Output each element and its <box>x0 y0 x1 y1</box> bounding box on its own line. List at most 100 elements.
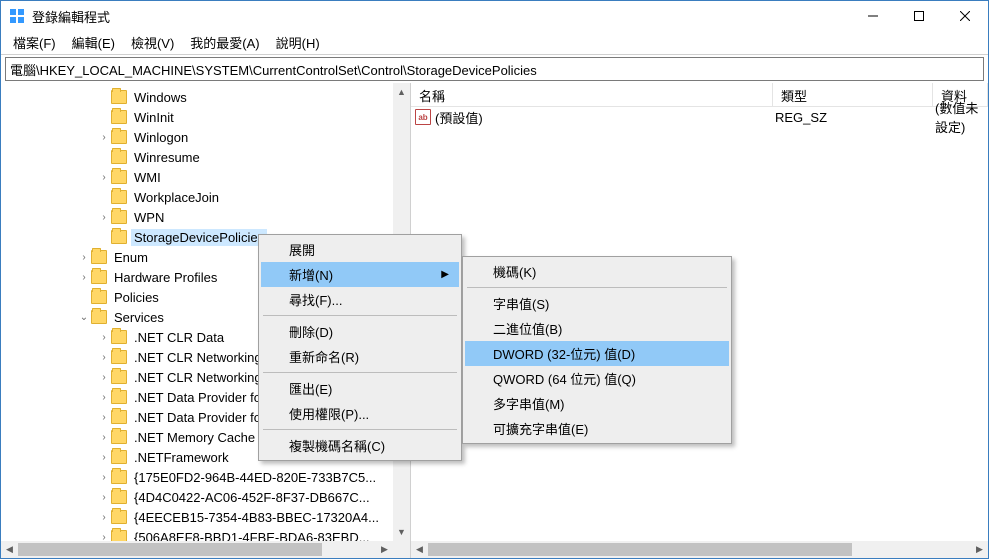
chevron-right-icon[interactable]: › <box>97 452 111 463</box>
scroll-right-icon[interactable]: ▶ <box>376 541 393 558</box>
folder-icon <box>111 370 127 384</box>
scroll-thumb[interactable] <box>428 543 852 556</box>
scroll-down-icon[interactable]: ▼ <box>393 524 410 541</box>
address-bar[interactable]: 電腦\HKEY_LOCAL_MACHINE\SYSTEM\CurrentCont… <box>5 57 984 81</box>
tree-item[interactable]: WorkplaceJoin <box>1 187 410 207</box>
tree-item[interactable]: Winresume <box>1 147 410 167</box>
scroll-corner <box>393 541 410 558</box>
tree-item-label: Policies <box>111 289 162 306</box>
separator <box>263 372 457 373</box>
folder-icon <box>111 330 127 344</box>
ctx-delete[interactable]: 刪除(D) <box>261 319 459 344</box>
tree-item-label: Windows <box>131 89 190 106</box>
separator <box>263 315 457 316</box>
tree-item[interactable]: › Winlogon <box>1 127 410 147</box>
close-button[interactable] <box>942 1 988 31</box>
menubar: 檔案(F) 編輯(E) 檢視(V) 我的最愛(A) 說明(H) <box>1 31 988 55</box>
col-type[interactable]: 類型 <box>773 83 933 106</box>
tree-item-label: {175E0FD2-964B-44ED-820E-733B7C5... <box>131 469 379 486</box>
menu-edit[interactable]: 編輯(E) <box>66 31 121 54</box>
tree-item[interactable]: › WPN <box>1 207 410 227</box>
tree-item[interactable]: Windows <box>1 87 410 107</box>
col-name[interactable]: 名稱 <box>411 83 773 106</box>
ctx-new-dword[interactable]: DWORD (32-位元) 值(D) <box>465 341 729 366</box>
chevron-right-icon[interactable]: › <box>97 512 111 523</box>
tree-item-label: Enum <box>111 249 151 266</box>
ctx-new-multistring[interactable]: 多字串值(M) <box>465 391 729 416</box>
chevron-right-icon[interactable]: › <box>97 392 111 403</box>
tree-item[interactable]: › WMI <box>1 167 410 187</box>
folder-icon <box>111 230 127 244</box>
folder-icon <box>111 470 127 484</box>
tree-item-label: WMI <box>131 169 164 186</box>
scroll-left-icon[interactable]: ◀ <box>411 541 428 558</box>
chevron-right-icon[interactable]: › <box>97 352 111 363</box>
chevron-right-icon[interactable]: › <box>97 492 111 503</box>
scroll-right-icon[interactable]: ▶ <box>971 541 988 558</box>
chevron-right-icon[interactable]: › <box>77 272 91 283</box>
menu-favorites[interactable]: 我的最愛(A) <box>184 31 265 54</box>
tree-item[interactable]: ›{4D4C0422-AC06-452F-8F37-DB667C... <box>1 487 410 507</box>
tree-item[interactable]: WinInit <box>1 107 410 127</box>
ctx-new[interactable]: 新增(N)▶ <box>261 262 459 287</box>
value-row[interactable]: ab (預設值) REG_SZ (數值未設定) <box>411 107 988 127</box>
ctx-rename[interactable]: 重新命名(R) <box>261 344 459 369</box>
value-name: (預設值) <box>435 108 775 127</box>
tree-item[interactable]: ›{4EECEB15-7354-4B83-BBEC-17320A4... <box>1 507 410 527</box>
folder-icon <box>111 510 127 524</box>
chevron-right-icon[interactable]: › <box>97 412 111 423</box>
menu-file[interactable]: 檔案(F) <box>7 31 62 54</box>
value-type: REG_SZ <box>775 110 935 125</box>
submenu-arrow-icon: ▶ <box>441 269 449 280</box>
chevron-right-icon[interactable]: › <box>97 372 111 383</box>
chevron-right-icon[interactable]: › <box>97 332 111 343</box>
tree-item-label: WinInit <box>131 109 177 126</box>
ctx-copy-key-name[interactable]: 複製機碼名稱(C) <box>261 433 459 458</box>
chevron-right-icon[interactable]: › <box>97 132 111 143</box>
ctx-new-key[interactable]: 機碼(K) <box>465 259 729 284</box>
scroll-thumb[interactable] <box>18 543 322 556</box>
ctx-new-binary[interactable]: 二進位值(B) <box>465 316 729 341</box>
tree-horizontal-scrollbar[interactable]: ◀ ▶ <box>1 541 393 558</box>
tree-item-label: Winlogon <box>131 129 191 146</box>
maximize-icon <box>914 11 924 21</box>
minimize-button[interactable] <box>850 1 896 31</box>
tree-item-label: StorageDevicePolicies <box>131 229 267 246</box>
ctx-new-qword[interactable]: QWORD (64 位元) 值(Q) <box>465 366 729 391</box>
maximize-button[interactable] <box>896 1 942 31</box>
menu-view[interactable]: 檢視(V) <box>125 31 180 54</box>
chevron-right-icon[interactable]: › <box>97 212 111 223</box>
app-icon <box>9 8 25 24</box>
folder-icon <box>91 270 107 284</box>
ctx-permissions[interactable]: 使用權限(P)... <box>261 401 459 426</box>
titlebar: 登錄編輯程式 <box>1 1 988 31</box>
scroll-up-icon[interactable]: ▲ <box>393 83 410 100</box>
chevron-right-icon[interactable]: › <box>97 172 111 183</box>
menu-help[interactable]: 說明(H) <box>270 31 326 54</box>
folder-icon <box>91 310 107 324</box>
chevron-down-icon[interactable]: ⌄ <box>77 312 91 323</box>
folder-icon <box>111 210 127 224</box>
tree-item-label: .NETFramework <box>131 449 232 466</box>
ctx-new-expandstring[interactable]: 可擴充字串值(E) <box>465 416 729 441</box>
ctx-new-string[interactable]: 字串值(S) <box>465 291 729 316</box>
separator <box>467 287 727 288</box>
chevron-right-icon[interactable]: › <box>97 472 111 483</box>
folder-icon <box>111 110 127 124</box>
string-value-icon: ab <box>415 109 431 125</box>
tree-item[interactable]: › {175E0FD2-964B-44ED-820E-733B7C5... <box>1 467 410 487</box>
ctx-find[interactable]: 尋找(F)... <box>261 287 459 312</box>
folder-icon <box>111 430 127 444</box>
separator <box>263 429 457 430</box>
ctx-export[interactable]: 匯出(E) <box>261 376 459 401</box>
tree-item-label: WPN <box>131 209 167 226</box>
chevron-right-icon[interactable]: › <box>97 432 111 443</box>
tree-item-label: Winresume <box>131 149 203 166</box>
ctx-expand[interactable]: 展開 <box>261 237 459 262</box>
scroll-left-icon[interactable]: ◀ <box>1 541 18 558</box>
folder-icon <box>111 130 127 144</box>
value-horizontal-scrollbar[interactable]: ◀ ▶ <box>411 541 988 558</box>
folder-icon <box>111 490 127 504</box>
chevron-right-icon[interactable]: › <box>77 252 91 263</box>
folder-icon <box>111 410 127 424</box>
